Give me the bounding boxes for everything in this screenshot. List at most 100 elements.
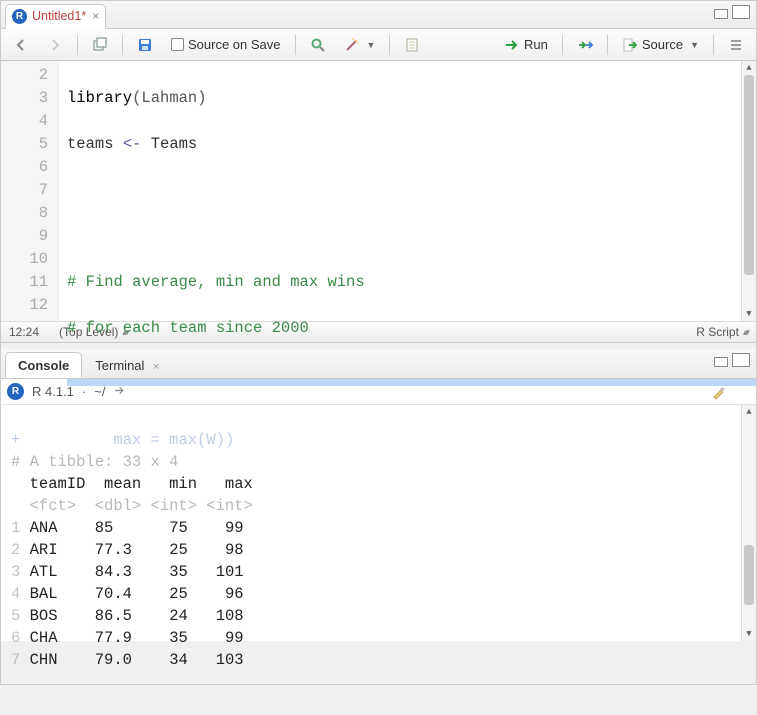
source-tabstrip: R Untitled1* ×: [1, 1, 756, 29]
line-number: 8: [1, 202, 48, 225]
minimize-pane-icon[interactable]: [714, 9, 728, 19]
arrow-right-icon: [47, 37, 63, 53]
close-tab-icon[interactable]: ×: [92, 9, 99, 23]
code-editor[interactable]: 2 3 4 5 6 7 8 9 10 11 12 library(Lahman)…: [1, 61, 756, 321]
console-cell: 35: [169, 629, 188, 647]
close-icon[interactable]: ×: [153, 361, 159, 373]
scroll-down-icon[interactable]: ▼: [742, 627, 756, 641]
tab-label: Console: [18, 358, 69, 373]
scroll-thumb[interactable]: [744, 75, 754, 275]
console-rownum: 2: [11, 541, 20, 559]
code-tools-button[interactable]: ▼: [338, 35, 382, 55]
back-nav-button[interactable]: [7, 35, 35, 55]
forward-nav-button[interactable]: [41, 35, 69, 55]
source-button-label: Source: [642, 37, 683, 52]
console-cell: 77.9: [95, 629, 132, 647]
source-button[interactable]: Source ▼: [616, 35, 705, 55]
minimize-pane-icon[interactable]: [714, 357, 728, 367]
show-in-new-window-button[interactable]: [86, 35, 114, 55]
console-cell: 96: [216, 585, 244, 603]
chevron-down-icon: ▼: [690, 40, 699, 50]
console-cell: 70.4: [95, 585, 132, 603]
console-rownum: 3: [11, 563, 20, 581]
line-number: 6: [1, 156, 48, 179]
console-rownum: 1: [11, 519, 20, 537]
source-doc-icon: [622, 37, 638, 53]
console-cell: 85: [95, 519, 132, 537]
scroll-thumb[interactable]: [744, 545, 754, 605]
source-toolbar: Source on Save ▼ Run Source ▼: [1, 29, 756, 61]
line-number: 12: [1, 294, 48, 317]
r-logo-icon: R: [7, 383, 24, 400]
chevron-down-icon: ▼: [367, 40, 376, 50]
console-cell: 79.0: [95, 651, 132, 669]
rerun-button[interactable]: [571, 35, 599, 55]
console-cell: 25: [169, 541, 188, 559]
console-cell: 103: [216, 651, 244, 669]
console-line: # A tibble: 33 x 4: [11, 453, 178, 471]
editor-scrollbar[interactable]: ▲ ▼: [741, 61, 756, 321]
console-cell: CHA: [30, 629, 58, 647]
console-cell: CHN: [30, 651, 58, 669]
scroll-up-icon[interactable]: ▲: [742, 405, 756, 419]
console-cell: ARI: [30, 541, 58, 559]
code-comment: # for each team since 2000: [67, 319, 309, 337]
list-icon: [728, 37, 744, 53]
run-button[interactable]: Run: [498, 35, 554, 55]
console-line: max = max(W)): [20, 431, 234, 449]
source-on-save-label: Source on Save: [188, 37, 281, 52]
console-cell: 99: [216, 629, 244, 647]
console-cell: 24: [169, 607, 188, 625]
save-button[interactable]: [131, 35, 159, 55]
maximize-pane-icon[interactable]: [732, 5, 750, 19]
tab-terminal[interactable]: Terminal ×: [82, 352, 172, 378]
console-cell: 101: [216, 563, 244, 581]
clear-console-icon[interactable]: [711, 384, 727, 400]
console-cell: 98: [216, 541, 244, 559]
source-on-save-toggle[interactable]: Source on Save: [165, 35, 287, 54]
console-rownum: 5: [11, 607, 20, 625]
console-types-row: <fct> <dbl> <int> <int>: [11, 497, 253, 515]
console-cell: BAL: [30, 585, 58, 603]
console-cell: ATL: [30, 563, 58, 581]
console-output[interactable]: + max = max(W)) # A tibble: 33 x 4 teamI…: [1, 405, 756, 641]
console-cell: 34: [169, 651, 188, 669]
scroll-down-icon[interactable]: ▼: [742, 307, 756, 321]
console-rownum: 6: [11, 629, 20, 647]
wand-icon: [344, 37, 360, 53]
console-cell: 35: [169, 563, 188, 581]
compile-report-button[interactable]: [398, 35, 426, 55]
console-rownum: 4: [11, 585, 20, 603]
line-number: 7: [1, 179, 48, 202]
editor-gutter: 2 3 4 5 6 7 8 9 10 11 12: [1, 61, 59, 321]
console-header-row: teamID mean min max: [11, 475, 253, 493]
magnifier-icon: [310, 37, 326, 53]
file-tab-untitled1[interactable]: R Untitled1* ×: [5, 4, 106, 29]
tab-console[interactable]: Console: [5, 352, 82, 378]
floppy-disk-icon: [137, 37, 153, 53]
notebook-icon: [404, 37, 420, 53]
r-file-icon: R: [12, 9, 27, 24]
console-cell: 25: [169, 585, 188, 603]
editor-content[interactable]: library(Lahman) teams <- Teams # Find av…: [59, 61, 756, 321]
tab-label: Terminal: [95, 358, 144, 373]
outline-button[interactable]: [722, 35, 750, 55]
console-cell: 108: [216, 607, 244, 625]
rerun-icon: [577, 37, 593, 53]
console-scrollbar[interactable]: ▲ ▼: [741, 405, 756, 641]
console-cell: BOS: [30, 607, 58, 625]
maximize-pane-icon[interactable]: [732, 353, 750, 367]
code-token: library: [67, 89, 132, 107]
console-tabstrip: Console Terminal ×: [1, 349, 756, 379]
code-token: (Lahman): [132, 89, 206, 107]
arrow-left-icon: [13, 37, 29, 53]
cursor-position: 12:24: [9, 325, 39, 339]
file-tab-label: Untitled1*: [32, 9, 86, 23]
line-number: 10: [1, 248, 48, 271]
run-button-label: Run: [524, 37, 548, 52]
find-button[interactable]: [304, 35, 332, 55]
console-cell: 77.3: [95, 541, 132, 559]
code-token: teams: [67, 135, 123, 153]
scroll-up-icon[interactable]: ▲: [742, 61, 756, 75]
console-cell: 99: [216, 519, 244, 537]
